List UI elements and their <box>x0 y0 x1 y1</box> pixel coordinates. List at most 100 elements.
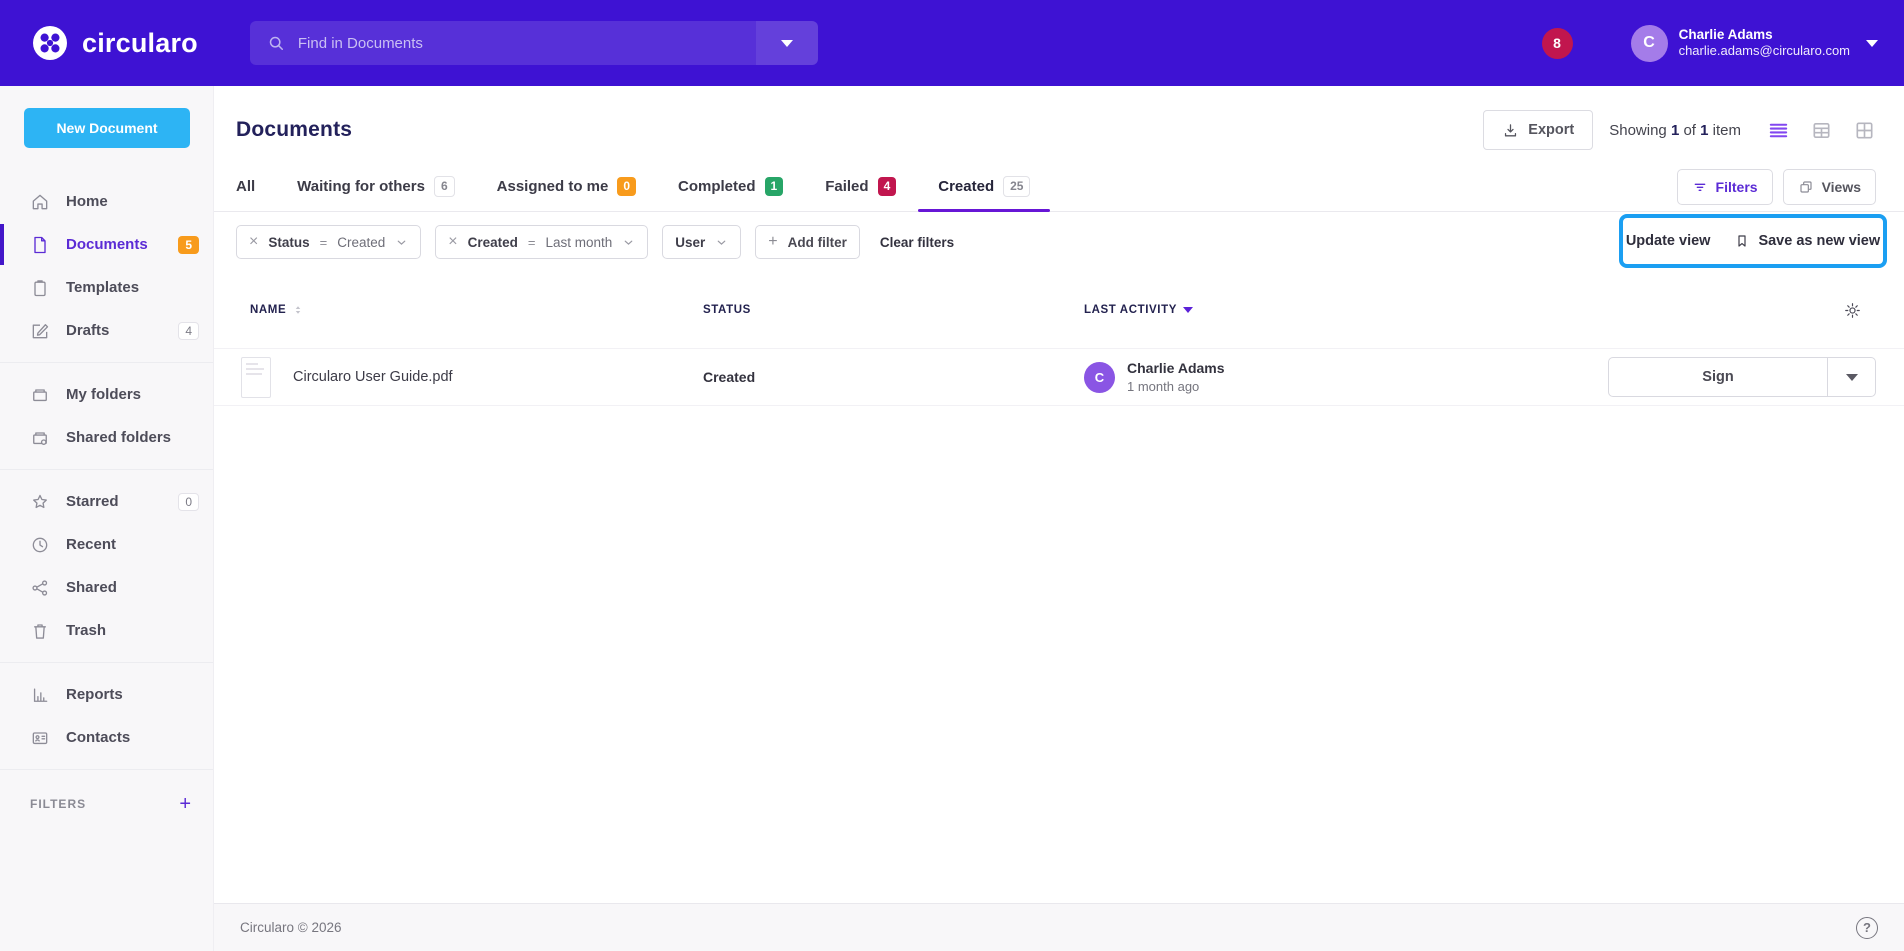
tab-failed[interactable]: Failed 4 <box>825 162 896 211</box>
filter-chip-status[interactable]: × Status = Created <box>236 225 421 259</box>
document-name[interactable]: Circularo User Guide.pdf <box>293 369 453 385</box>
list-view-icon[interactable] <box>1767 119 1790 142</box>
sidebar-item-trash[interactable]: Trash <box>0 609 213 652</box>
tab-count-badge: 1 <box>765 177 784 195</box>
avatar: C <box>1084 362 1115 393</box>
document-icon <box>30 235 50 255</box>
views-button[interactable]: Views <box>1783 169 1876 205</box>
sidebar-item-reports[interactable]: Reports <box>0 673 213 716</box>
chip-field: Status <box>268 235 309 250</box>
activity-user-name: Charlie Adams <box>1127 359 1225 378</box>
view-actions-highlight-box: Update view Save as new view <box>1619 214 1887 268</box>
user-menu[interactable]: C Charlie Adams charlie.adams@circularo.… <box>1631 25 1878 62</box>
sidebar-item-contacts[interactable]: Contacts <box>0 716 213 759</box>
tab-count-badge: 0 <box>617 177 636 195</box>
save-as-new-view-button[interactable]: Save as new view <box>1734 233 1880 249</box>
sign-button[interactable]: Sign <box>1609 358 1827 396</box>
filters-heading: FILTERS <box>30 797 86 811</box>
tab-label: All <box>236 178 255 195</box>
notifications-badge[interactable]: 8 <box>1542 28 1573 59</box>
tab-label: Assigned to me <box>497 178 609 195</box>
plus-icon: + <box>768 233 777 251</box>
clear-filters-button[interactable]: Clear filters <box>880 235 954 250</box>
chevron-down-icon <box>1846 374 1858 381</box>
home-icon <box>30 192 50 212</box>
update-view-button[interactable]: Update view <box>1626 233 1711 249</box>
documents-count-badge: 5 <box>178 236 199 254</box>
user-name: Charlie Adams <box>1679 26 1850 44</box>
sidebar-item-label: Reports <box>66 686 123 703</box>
sign-dropdown-toggle[interactable] <box>1827 358 1875 396</box>
export-button[interactable]: Export <box>1483 110 1593 150</box>
filter-icon <box>1692 179 1708 195</box>
clock-icon <box>30 535 50 555</box>
chip-value: Last month <box>545 235 612 250</box>
circularo-logo[interactable]: circularo <box>30 23 198 63</box>
chevron-down-icon[interactable] <box>715 236 728 249</box>
chevron-down-icon[interactable] <box>395 236 408 249</box>
contact-card-icon <box>30 728 50 748</box>
sidebar-item-shared-folders[interactable]: Shared folders <box>0 416 213 459</box>
new-document-button[interactable]: New Document <box>24 108 190 148</box>
showing-current: 1 <box>1671 122 1679 139</box>
clipboard-icon <box>30 278 50 298</box>
search-input[interactable] <box>298 35 756 52</box>
tab-all[interactable]: All <box>236 162 255 211</box>
filter-chip-created[interactable]: × Created = Last month <box>435 225 648 259</box>
sidebar-item-label: Shared <box>66 579 117 596</box>
table-view-icon[interactable] <box>1810 119 1833 142</box>
sidebar-item-label: Recent <box>66 536 116 553</box>
sidebar-item-home[interactable]: Home <box>0 180 213 223</box>
sidebar-item-my-folders[interactable]: My folders <box>0 373 213 416</box>
status-cell: Created <box>703 369 1084 385</box>
view-toggles <box>1767 119 1876 142</box>
gear-icon[interactable] <box>1843 301 1862 320</box>
sidebar-item-templates[interactable]: Templates <box>0 266 213 309</box>
tab-label: Created <box>938 178 994 195</box>
sort-icon[interactable] <box>292 304 304 316</box>
sidebar-item-drafts[interactable]: Drafts 4 <box>0 309 213 352</box>
sidebar: New Document Home Documents 5 <box>0 86 214 951</box>
sidebar-item-recent[interactable]: Recent <box>0 523 213 566</box>
column-header-name[interactable]: NAME <box>236 304 703 316</box>
column-header-last-activity[interactable]: LAST ACTIVITY <box>1084 304 1596 316</box>
save-as-new-view-label: Save as new view <box>1758 233 1880 249</box>
filters-button[interactable]: Filters <box>1677 169 1773 205</box>
add-filter-plus-icon[interactable]: + <box>179 794 191 814</box>
chevron-down-icon[interactable] <box>622 236 635 249</box>
filter-chip-user[interactable]: User <box>662 225 741 259</box>
tab-label: Waiting for others <box>297 178 425 195</box>
column-label: LAST ACTIVITY <box>1084 304 1177 316</box>
topbar: circularo 8 C Charlie Adams charlie.adam… <box>0 0 1904 86</box>
tab-completed[interactable]: Completed 1 <box>678 162 783 211</box>
views-icon <box>1798 179 1814 195</box>
sidebar-item-starred[interactable]: Starred 0 <box>0 480 213 523</box>
update-view-label: Update view <box>1626 233 1711 249</box>
table-header: NAME STATUS LAST ACTIVITY <box>214 272 1904 348</box>
add-filter-button[interactable]: + Add filter <box>755 225 860 259</box>
search-icon <box>266 33 286 53</box>
trash-icon <box>30 621 50 641</box>
showing-total: 1 <box>1700 122 1708 139</box>
sidebar-item-shared[interactable]: Shared <box>0 566 213 609</box>
chip-field: Created <box>468 235 518 250</box>
chevron-down-icon <box>1866 40 1878 47</box>
tab-count-badge: 6 <box>434 176 455 196</box>
sign-split-button: Sign <box>1608 357 1876 397</box>
share-icon <box>30 578 50 598</box>
tab-waiting-for-others[interactable]: Waiting for others 6 <box>297 162 454 211</box>
tab-assigned-to-me[interactable]: Assigned to me 0 <box>497 162 636 211</box>
tab-created[interactable]: Created 25 <box>938 162 1030 211</box>
global-search[interactable] <box>250 21 818 65</box>
sidebar-item-documents[interactable]: Documents 5 <box>0 223 213 266</box>
table-row[interactable]: Circularo User Guide.pdf Created C Charl… <box>214 348 1904 406</box>
drafts-count: 4 <box>178 322 199 340</box>
close-icon[interactable]: × <box>448 234 457 250</box>
grid-view-icon[interactable] <box>1853 119 1876 142</box>
user-email: charlie.adams@circularo.com <box>1679 43 1850 60</box>
help-icon[interactable]: ? <box>1856 917 1878 939</box>
close-icon[interactable]: × <box>249 234 258 250</box>
search-scope-dropdown[interactable] <box>756 21 818 65</box>
sidebar-item-label: Templates <box>66 279 139 296</box>
column-header-status[interactable]: STATUS <box>703 304 1084 316</box>
